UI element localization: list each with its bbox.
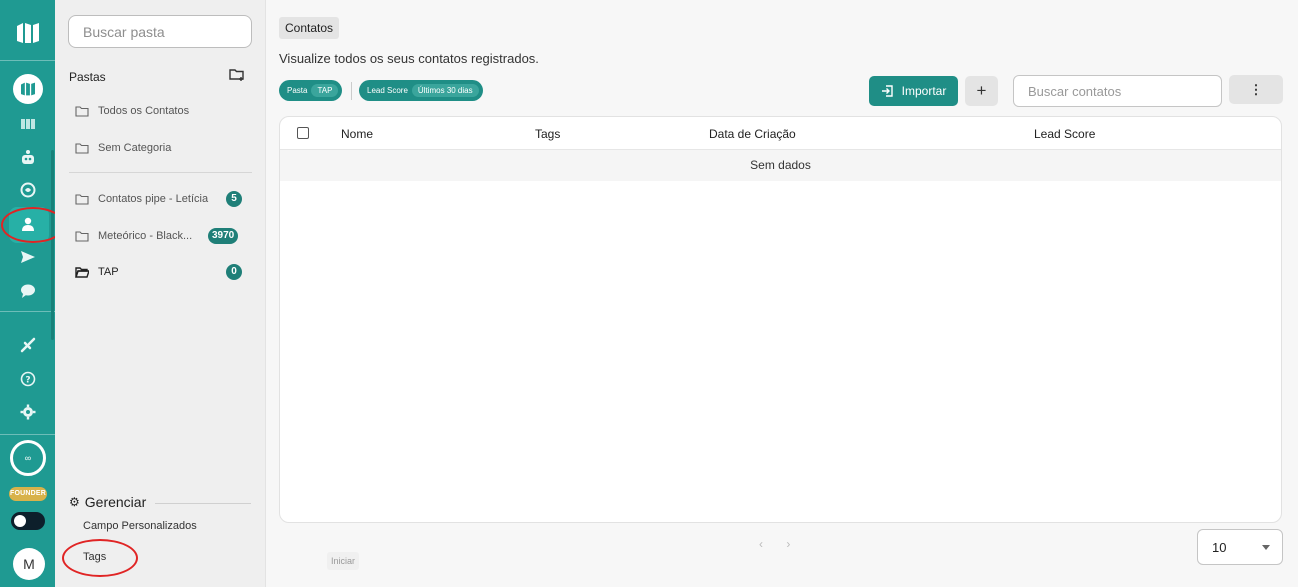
folder-item-meteorico[interactable]: Meteórico - Black... — [75, 230, 192, 242]
manage-divider — [155, 503, 251, 504]
rail-divider — [0, 311, 55, 312]
select-all-checkbox[interactable] — [297, 127, 309, 139]
prev-page-button[interactable]: ‹ — [759, 537, 763, 551]
folder-label: TAP — [98, 266, 119, 278]
rail-divider — [0, 434, 55, 435]
integrations-icon[interactable] — [17, 334, 39, 356]
columns-icon[interactable] — [17, 113, 39, 135]
help-icon[interactable]: ? — [17, 368, 39, 390]
column-header-data-criacao[interactable]: Data de Criação — [709, 127, 796, 141]
filter-chip-lead-score[interactable]: Lead Score Últimos 30 dias — [359, 80, 483, 101]
brain-icon[interactable] — [17, 179, 39, 201]
logo-icon[interactable] — [16, 22, 40, 44]
folder-divider — [69, 172, 252, 173]
folder-label: Contatos pipe - Letícia — [98, 193, 209, 205]
founder-badge: FOUNDER — [9, 487, 47, 501]
chevron-down-icon — [1262, 544, 1270, 550]
new-folder-icon[interactable] — [229, 68, 245, 82]
folder-panel: Pastas Todos os Contatos Sem Categoria C… — [55, 0, 266, 587]
import-label: Importar — [901, 84, 947, 98]
app-logo-icon[interactable] — [13, 74, 43, 104]
folder-item-todos[interactable]: Todos os Contatos — [75, 105, 189, 117]
toggle-knob — [14, 515, 26, 527]
manage-custom-fields-link[interactable]: Campo Personalizados — [83, 520, 197, 532]
contacts-table: Nome Tags Data de Criação Lead Score Sem… — [279, 116, 1282, 523]
import-icon — [881, 85, 893, 97]
folder-item-contatos-pipe[interactable]: Contatos pipe - Letícia — [75, 193, 208, 205]
rail-scrollbar[interactable] — [51, 150, 54, 340]
table-header: Nome Tags Data de Criação Lead Score — [280, 117, 1281, 150]
column-header-lead-score[interactable]: Lead Score — [1034, 127, 1095, 141]
svg-text:?: ? — [25, 376, 30, 386]
contacts-search-input[interactable] — [1013, 75, 1222, 107]
user-avatar[interactable]: M — [13, 548, 45, 580]
folder-item-tap[interactable]: TAP — [75, 266, 119, 278]
robot-icon[interactable] — [17, 146, 39, 168]
folder-count-badge: 5 — [226, 191, 242, 207]
manage-tags-link[interactable]: Tags — [83, 551, 106, 563]
empty-state-row: Sem dados — [280, 150, 1281, 181]
filter-key: Lead Score — [367, 86, 408, 95]
theme-toggle[interactable] — [11, 512, 45, 530]
folder-search-input[interactable] — [68, 15, 252, 48]
folder-label: Meteórico - Black... — [98, 230, 193, 242]
plan-infinity-icon[interactable]: ∞ — [10, 440, 46, 476]
folder-icon — [75, 193, 89, 205]
app-window: ? ∞ FOUNDER M Pastas Todos os Contatos S… — [0, 0, 1298, 587]
iniciar-button[interactable]: Iniciar — [327, 552, 360, 570]
import-button[interactable]: Importar — [869, 76, 958, 106]
pagination: ‹ › — [759, 537, 810, 551]
folder-label: Todos os Contatos — [98, 105, 190, 117]
column-header-tags[interactable]: Tags — [535, 127, 560, 141]
contacts-icon[interactable] — [17, 213, 39, 235]
folder-icon — [75, 142, 89, 154]
folders-heading: Pastas — [69, 70, 106, 84]
manage-heading: ⚙ Gerenciar — [69, 494, 146, 510]
folder-icon — [75, 230, 89, 242]
add-contact-button[interactable]: + — [965, 76, 998, 106]
filter-key: Pasta — [287, 86, 308, 95]
filter-value: Últimos 30 dias — [411, 84, 479, 97]
more-options-button[interactable]: ⋮ — [1229, 75, 1283, 104]
page-subtitle: Visualize todos os seus contatos registr… — [279, 51, 539, 66]
filter-separator — [351, 82, 352, 100]
main-content: Contatos Visualize todos os seus contato… — [266, 0, 1298, 587]
gear-icon: ⚙ — [69, 495, 80, 509]
icon-rail: ? ∞ FOUNDER M — [0, 0, 65, 587]
settings-icon[interactable] — [17, 401, 39, 423]
page-size-value: 10 — [1212, 539, 1227, 555]
next-page-button[interactable]: › — [786, 537, 790, 551]
folder-count-badge: 3970 — [208, 228, 239, 244]
folder-label: Sem Categoria — [98, 142, 172, 154]
filter-value: TAP — [311, 84, 339, 97]
chat-icon[interactable] — [17, 280, 39, 302]
folder-item-sem-categoria[interactable]: Sem Categoria — [75, 142, 171, 154]
send-icon[interactable] — [17, 246, 39, 268]
page-size-select[interactable]: 10 — [1197, 529, 1283, 565]
filter-chip-pasta[interactable]: Pasta TAP — [279, 80, 343, 101]
manage-title: Gerenciar — [84, 494, 147, 510]
breadcrumb[interactable]: Contatos — [279, 17, 340, 39]
column-header-nome[interactable]: Nome — [341, 127, 373, 141]
folder-icon — [75, 105, 89, 117]
folder-count-badge: 0 — [226, 264, 242, 280]
folder-open-icon — [75, 266, 89, 278]
rail-divider — [0, 60, 55, 61]
